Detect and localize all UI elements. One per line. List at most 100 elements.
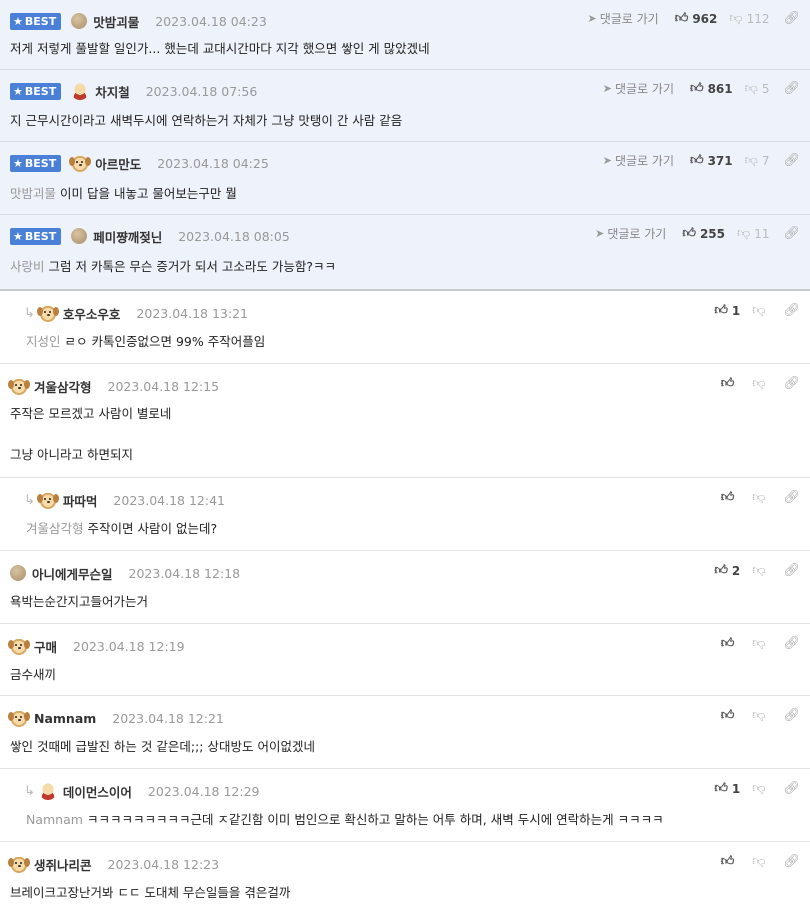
dislike-button[interactable]: 👎︎ <box>752 563 769 578</box>
like-button[interactable]: 👍︎ 962 <box>675 11 718 26</box>
like-button[interactable]: 👍︎ <box>721 708 739 723</box>
send-icon: ➤ <box>587 12 597 25</box>
comment-author[interactable]: 파따먹 <box>63 491 98 510</box>
best-comment: ★ BEST 페미쨩깨젖닌 2023.04.18 08:05 ➤ 댓글로 가기 👍︎… <box>0 215 810 291</box>
avatar <box>8 709 30 727</box>
goto-comment-link[interactable]: ➤ 댓글로 가기 <box>595 225 666 242</box>
link-icon[interactable]: 🔗︎ <box>783 226 800 241</box>
dislike-button[interactable]: 👎︎ <box>752 708 769 723</box>
dislike-button[interactable]: 👎︎ 5 <box>745 81 770 96</box>
like-button[interactable]: 👍︎ 255 <box>682 226 725 241</box>
thumbs-up-icon: 👍︎ <box>714 781 728 796</box>
link-icon[interactable]: 🔗︎ <box>783 854 800 869</box>
link-icon[interactable]: 🔗︎ <box>783 563 800 578</box>
comment-date: 2023.04.18 04:25 <box>157 155 269 171</box>
comment-author[interactable]: 데이먼스이어 <box>63 782 132 801</box>
dislike-button[interactable]: 👎︎ <box>752 854 769 869</box>
thumbs-up-icon: 👍︎ <box>714 563 728 578</box>
best-comment: ★ BEST 맛밤괴물 2023.04.18 04:23 ➤ 댓글로 가기 👍︎ 96… <box>0 0 810 70</box>
link-icon[interactable]: 🔗︎ <box>783 11 800 26</box>
link-icon[interactable]: 🔗︎ <box>783 490 800 505</box>
like-button[interactable]: 👍︎ 371 <box>690 153 733 168</box>
comment-text: 욕박는순간지고들어가는거 <box>10 594 149 609</box>
mention-tag[interactable]: 겨울삼각형 <box>26 521 84 536</box>
link-icon[interactable]: 🔗︎ <box>783 153 800 168</box>
mention-tag[interactable]: 지성인 <box>26 334 61 349</box>
like-button[interactable]: 👍︎ <box>721 490 739 505</box>
dislike-button[interactable]: 👎︎ <box>752 376 769 391</box>
thumbs-up-icon: 👍︎ <box>674 11 689 26</box>
best-badge: ★ BEST <box>10 154 62 172</box>
comment-date: 2023.04.18 07:56 <box>145 83 258 99</box>
comment: Namnam 2023.04.18 12:21 👍︎ 👎︎ 🔗︎ 쌓인 것때메 … <box>0 696 810 769</box>
comment-author[interactable]: 페미쨩깨젖닌 <box>93 227 162 246</box>
like-button[interactable]: 👍︎ 1 <box>714 303 740 318</box>
thumbs-down-icon: 👎︎ <box>752 636 766 651</box>
comment-text: 주작이면 사람이 없는데? <box>87 521 218 536</box>
thumbs-up-icon: 👍︎ <box>720 636 735 651</box>
dislike-button[interactable]: 👎︎ <box>752 636 769 651</box>
dislike-button[interactable]: 👎︎ <box>752 490 769 505</box>
comment-text: 쌓인 것때메 급발진 하는 것 같은데;;; 상대방도 어이없겠네 <box>10 739 315 754</box>
comment-author[interactable]: Namnam <box>34 711 96 726</box>
link-icon[interactable]: 🔗︎ <box>783 303 800 318</box>
mention-tag[interactable]: Namnam <box>26 812 83 827</box>
comment-date: 2023.04.18 12:18 <box>128 565 241 581</box>
thumbs-up-icon: 👍︎ <box>714 303 728 318</box>
comment-date: 2023.04.18 12:29 <box>147 783 260 799</box>
dislike-button[interactable]: 👎︎ 11 <box>737 226 769 241</box>
comment-text-line2: 그냥 아니라고 하면되지 <box>10 447 133 462</box>
comment-author[interactable]: 생쥐나리콘 <box>34 855 92 874</box>
dislike-button[interactable]: 👎︎ <box>752 303 769 318</box>
comment-author[interactable]: 차지철 <box>95 82 130 101</box>
goto-comment-link[interactable]: ➤ 댓글로 가기 <box>603 152 674 169</box>
avatar <box>36 491 59 509</box>
like-button[interactable]: 👍︎ <box>721 854 739 869</box>
link-icon[interactable]: 🔗︎ <box>783 81 800 96</box>
goto-comment-link[interactable]: ➤ 댓글로 가기 <box>603 80 674 97</box>
thumbs-up-icon: 👍︎ <box>720 854 735 869</box>
link-icon[interactable]: 🔗︎ <box>783 636 800 651</box>
reply-arrow-icon: ↳ <box>24 305 35 321</box>
comment-author[interactable]: 겨울삼각형 <box>34 377 92 396</box>
like-button[interactable]: 👍︎ <box>721 376 739 391</box>
comment-author[interactable]: 아르만도 <box>95 154 141 173</box>
star-icon: ★ <box>13 14 23 28</box>
comment: 아니에게무슨일 2023.04.18 12:18 👍︎ 2 👎︎ 🔗︎ 욕박는순간… <box>0 551 810 624</box>
like-button[interactable]: 👍︎ 861 <box>690 81 733 96</box>
comment-author[interactable]: 맛밤괴물 <box>93 12 139 31</box>
comment-text: 브레이크고장난거봐 ㄷㄷ 도대체 무슨일들을 겪은걸까 <box>10 885 291 900</box>
like-button[interactable]: 👍︎ 1 <box>714 781 740 796</box>
thumbs-down-icon: 👎︎ <box>752 376 766 391</box>
comment-date: 2023.04.18 12:19 <box>73 638 185 654</box>
mention-tag[interactable]: 맛밤괴물 <box>10 186 56 201</box>
avatar <box>71 82 90 100</box>
dislike-button[interactable]: 👎︎ <box>752 781 769 796</box>
thumbs-down-icon: 👎︎ <box>752 854 766 869</box>
reply-arrow-icon: ↳ <box>24 783 35 799</box>
mention-tag[interactable]: 사랑비 <box>10 259 45 274</box>
link-icon[interactable]: 🔗︎ <box>783 376 800 391</box>
link-icon[interactable]: 🔗︎ <box>783 781 800 796</box>
reply-comment: ↳ 호우소우호 2023.04.18 13:21 👍︎ 1 👎︎ 🔗︎ 지성인 ㄹㅇ… <box>0 291 810 364</box>
comment-date: 2023.04.18 12:15 <box>107 378 220 394</box>
like-button[interactable]: 👍︎ <box>721 636 739 651</box>
comment-date: 2023.04.18 08:05 <box>178 228 290 244</box>
comment-author[interactable]: 호우소우호 <box>63 304 121 323</box>
comment-text: 주작은 모르겠고 사람이 별로네 <box>10 406 172 421</box>
reply-comment: ↳ 파따먹 2023.04.18 12:41 👍︎ 👎︎ 🔗︎ 겨울삼각형 주작이… <box>0 478 810 551</box>
comment-text: ㄹㅇ 카톡인증없으면 99% 주작어플임 <box>64 334 266 349</box>
dislike-button[interactable]: 👎︎ 112 <box>729 11 769 26</box>
like-button[interactable]: 👍︎ 2 <box>714 563 740 578</box>
comment-text: 저게 저렇게 풀발할 일인가... 했는데 교대시간마다 지각 했으면 쌓인 게… <box>10 41 430 56</box>
comment-author[interactable]: 구매 <box>34 637 57 656</box>
link-icon[interactable]: 🔗︎ <box>783 708 800 723</box>
comment: 생쥐나리콘 2023.04.18 12:23 👍︎ 👎︎ 🔗︎ 브레이크고장난거… <box>0 842 810 914</box>
goto-comment-link[interactable]: ➤ 댓글로 가기 <box>587 10 658 27</box>
thumbs-down-icon: 👎︎ <box>729 11 743 26</box>
thumbs-down-icon: 👎︎ <box>744 81 758 96</box>
star-icon: ★ <box>13 229 23 243</box>
dislike-button[interactable]: 👎︎ 7 <box>745 153 770 168</box>
comment-author[interactable]: 아니에게무슨일 <box>32 564 113 583</box>
thumbs-down-icon: 👎︎ <box>752 708 766 723</box>
